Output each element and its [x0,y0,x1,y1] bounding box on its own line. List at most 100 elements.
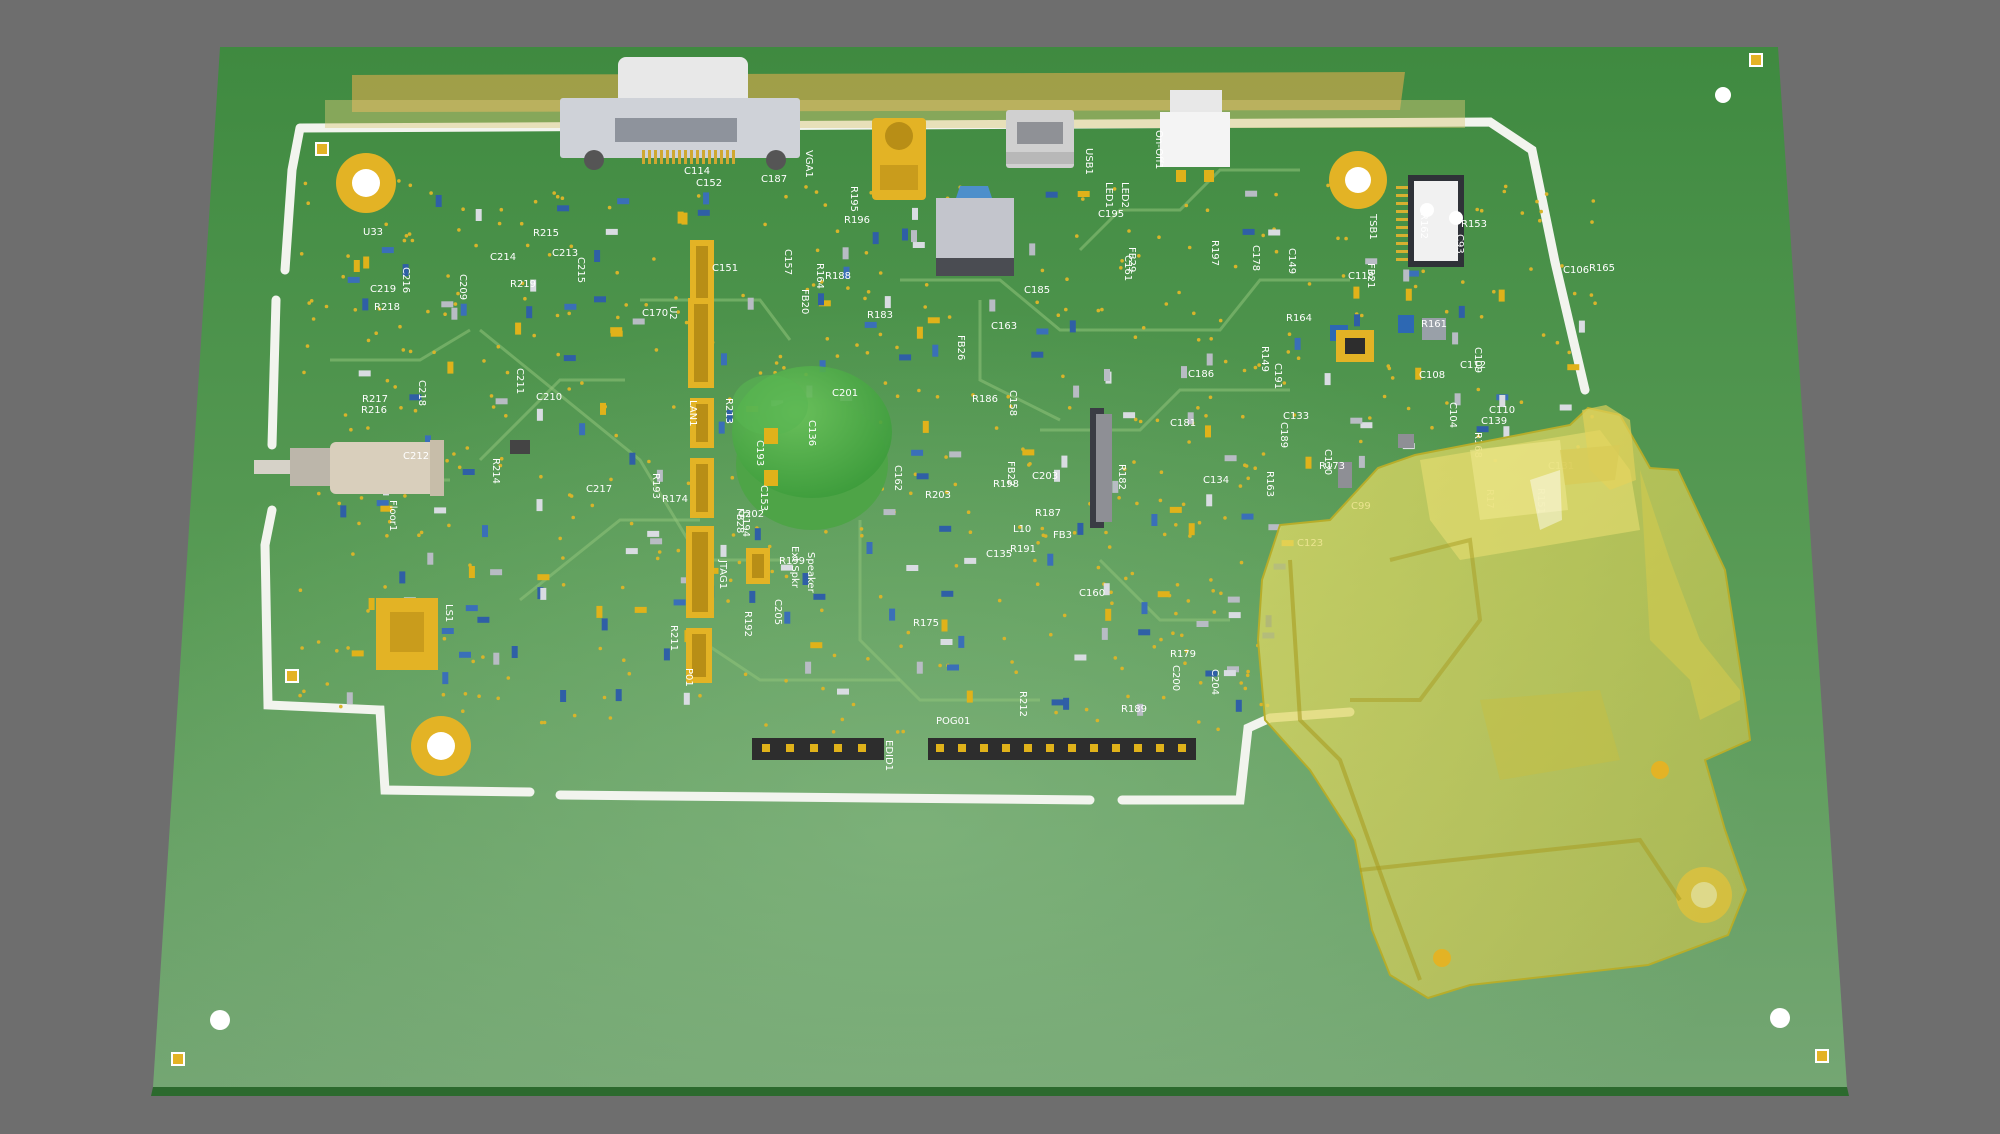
silk-label: R162 [1418,213,1429,239]
silk-label: R163 [1264,471,1275,497]
silk-label: R161 [1421,319,1447,330]
silk-label: JTAG1 [717,559,728,589]
silk-label: C134 [1203,475,1229,486]
silk-label: R182 [1116,464,1127,490]
silk-label: C109 [1472,347,1483,373]
silk-label: C203 [1032,471,1058,482]
silk-label: R203 [925,490,951,501]
silk-label: C193 [754,440,765,466]
silk-label: R153 [1461,219,1487,230]
pcb-3d-scene: R219 R218 R217 C217 C215 C214 C213 R216 C219 C218… [151,47,1849,1096]
silk-label: LED2 [1119,182,1130,208]
silk-label: R212 [1017,691,1028,717]
silk-label: C204 [1209,669,1220,695]
silk-label: C200 [1170,665,1181,691]
silk-label: C170 [642,308,668,319]
silk-label: R187 [1035,508,1061,519]
silk-label: R219 [510,279,536,290]
silk-label: FB22 [1005,461,1016,486]
silk-label: C201 [832,388,858,399]
silk-label: R174 [662,494,688,505]
silk-label: R213 [723,398,734,424]
silk-label: C153 [758,485,769,511]
silk-label: R218 [374,302,400,313]
silk-label: C139 [1481,416,1507,427]
silk-label: C181 [1170,418,1196,429]
silk-label: C149 [1286,248,1297,274]
silk-label: C191 [1272,363,1283,389]
pcb-3d-viewport[interactable]: R219 R218 R217 C217 C215 C214 C213 R216 C219 C218… [0,0,2000,1134]
silk-label: C161 [1122,255,1133,281]
silk-label: R193 [650,473,661,499]
silk-label: C214 [490,252,516,263]
silk-label: VGA1 [803,150,814,178]
silk-label: On-Off1 [1153,130,1164,169]
silk-label: R149 [1259,346,1270,372]
silk-label: R192 [742,611,753,637]
silk-label: C189 [1278,422,1289,448]
silk-label: LS1 [443,604,454,622]
silk-label: C162 [892,465,903,491]
silk-label: U33 [363,227,383,238]
silk-label: U2 [667,306,678,320]
silk-label: C185 [1024,285,1050,296]
silk-label: C218 [416,380,427,406]
silk-label: C157 [782,249,793,275]
silk-label: R186 [972,394,998,405]
silk-label: C136 [806,420,817,446]
silk-label: R173 [1319,461,1345,472]
silk-label: R211 [668,625,679,651]
silk-label: LAN1 [687,400,698,426]
silk-label: C211 [514,368,525,394]
silk-label: C133 [1283,411,1309,422]
silk-label: R164 [814,263,825,289]
silk-label: C158 [1007,390,1018,416]
silk-label: C186 [1188,369,1214,380]
silk-label: C152 [696,178,722,189]
silk-label: R197 [1209,240,1220,266]
silk-label: R165 [1589,263,1615,274]
silk-label: C216 [400,267,411,293]
silk-label: Floor1 [387,500,398,531]
silk-label: C114 [684,166,710,177]
silk-label: R191 [1010,544,1036,555]
silk-label: FB21 [1365,263,1376,288]
silk-label: C215 [575,257,586,283]
silk-label: C194 [740,511,751,537]
silk-label: C163 [991,321,1017,332]
silk-label: R189 [1121,704,1147,715]
silk-label: FB3 [1053,530,1072,541]
silk-label: C219 [370,284,396,295]
silk-label: FB20 [799,289,810,314]
silk-label: R214 [490,458,501,484]
silk-label: POG01 [936,716,970,727]
silk-label: L10 [1013,524,1031,535]
silk-label: R216 [361,405,387,416]
silk-label: EDID1 [883,740,894,771]
silk-label: C160 [1079,588,1105,599]
silk-label: R195 [848,186,859,212]
silk-label: C110 [1489,405,1515,416]
silk-label: R183 [867,310,893,321]
silk-label: C135 [986,549,1012,560]
inductor-l10 [936,186,1014,276]
pin-header-pog01 [928,738,1196,760]
silk-label: FB26 [955,335,966,360]
silk-label: LED1 [1103,182,1114,208]
silk-label: Speaker [805,552,816,594]
silk-label: C217 [586,484,612,495]
pcb-board-edge [151,1087,1849,1096]
silk-label: C178 [1250,245,1261,271]
connector-ls1 [376,598,438,670]
silk-label: C213 [552,248,578,259]
silk-label: R164 [1286,313,1312,324]
silk-label: C205 [772,599,783,625]
silk-label: R215 [533,228,559,239]
silk-label: C104 [1447,402,1458,428]
audio-jack [872,118,926,200]
silk-label: R217 [362,394,388,405]
silk-label: C212 [403,451,429,462]
silk-label: R196 [844,215,870,226]
usb-connector [1006,110,1074,168]
silk-label: C93 [1454,234,1465,254]
